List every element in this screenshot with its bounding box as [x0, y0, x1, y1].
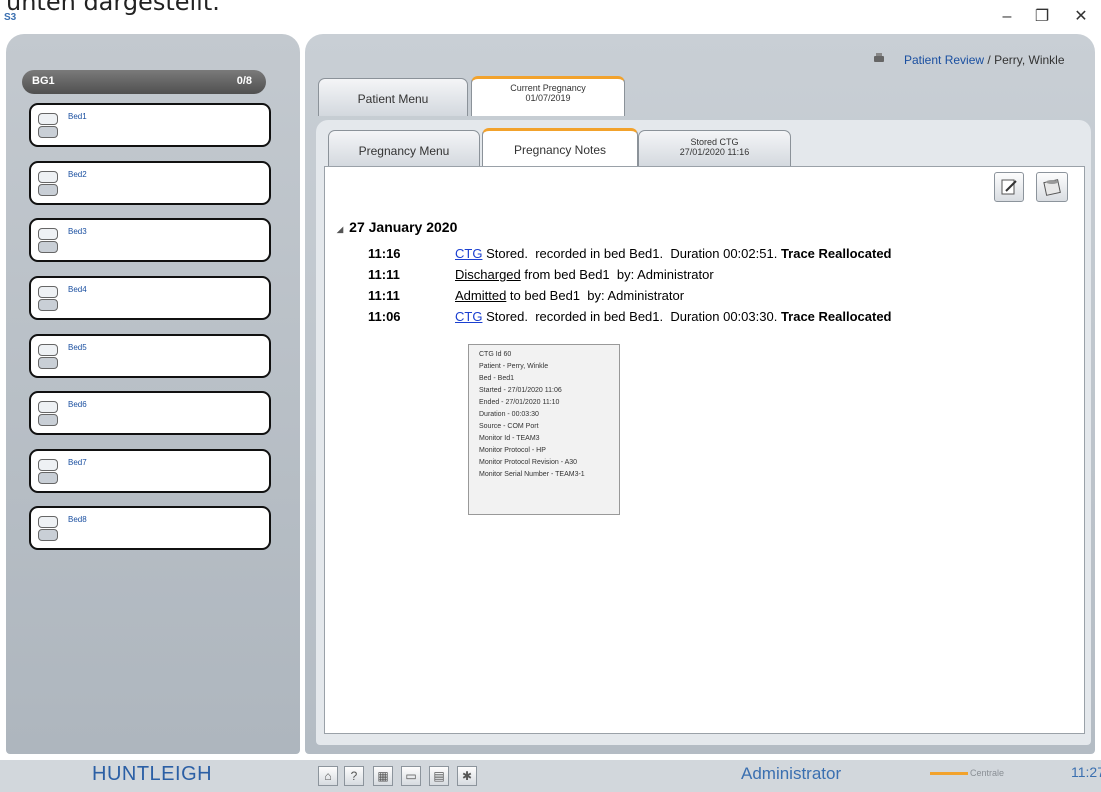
breadcrumb-section[interactable]: Patient Review: [904, 53, 984, 67]
help-icon[interactable]: ?: [344, 766, 364, 786]
bed-label: Bed2: [68, 170, 87, 179]
app-window: unten dargestellt. S3 – ❐ ✕ BG1 0/8 Bed1…: [0, 0, 1101, 792]
home-icon[interactable]: ⌂: [318, 766, 338, 786]
tab-pregnancy-menu[interactable]: Pregnancy Menu: [328, 130, 480, 167]
bed-card[interactable]: Bed8: [29, 506, 271, 550]
note-text: Stored. recorded in bed Bed1. Duration 0…: [482, 309, 781, 324]
bed-group-header[interactable]: BG1 0/8: [22, 70, 266, 94]
tab-pregnancy-notes[interactable]: Pregnancy Notes: [482, 128, 638, 168]
tooltip-line: Ended - 27/01/2020 11:10: [479, 399, 560, 406]
bed-card[interactable]: Bed6: [29, 391, 271, 435]
tooltip-line: Patient - Perry, Winkle: [479, 363, 549, 370]
tab-sublabel: 27/01/2020 11:16: [679, 147, 750, 157]
tooltip-line: Monitor Id - TEAM3: [479, 435, 540, 442]
tab-label: Pregnancy Notes: [513, 143, 607, 157]
bed-card[interactable]: Bed2: [29, 161, 271, 205]
bed-icon: [38, 228, 58, 254]
note-time: 11:16: [368, 246, 401, 261]
bed-label: Bed7: [68, 458, 87, 467]
bed-label: Bed5: [68, 343, 87, 352]
tooltip-line: Monitor Serial Number - TEAM3-1: [479, 471, 585, 478]
bed-card[interactable]: Bed5: [29, 334, 271, 378]
ctg-link[interactable]: CTG: [455, 246, 482, 261]
bed-icon: [38, 344, 58, 370]
bed-label: Bed8: [68, 515, 87, 524]
breadcrumb: Patient Review / Perry, Winkle: [904, 53, 1065, 67]
note-date-group[interactable]: ◢ 27 January 2020: [337, 219, 457, 235]
bed-label: Bed6: [68, 400, 87, 409]
ctg-tooltip: CTG Id 60 Patient - Perry, Winkle Bed - …: [468, 344, 620, 515]
tooltip-line: Source - COM Port: [479, 423, 539, 430]
restore-button[interactable]: ❐: [1027, 6, 1057, 28]
tab-current-pregnancy[interactable]: Current Pregnancy 01/07/2019: [471, 76, 625, 116]
bed-icon: [38, 516, 58, 542]
clock: 11:27: [1071, 764, 1101, 780]
brand-logo: HUNTLEIGH: [92, 763, 213, 785]
tooltip-line: Monitor Protocol Revision - A30: [479, 459, 578, 466]
product-name: Centrale: [970, 768, 1005, 778]
bed-label: Bed3: [68, 227, 87, 236]
bed-group-count: 0/8: [236, 75, 252, 87]
breadcrumb-separator: /: [984, 53, 995, 67]
product-logo: Centrale: [930, 768, 1004, 778]
minimize-button[interactable]: –: [992, 6, 1022, 28]
bed-card[interactable]: Bed4: [29, 276, 271, 320]
note-text: to bed Bed1 by: Administrator: [506, 288, 685, 303]
bed-icon: [38, 401, 58, 427]
bed-icon: [38, 113, 58, 139]
tab-patient-menu[interactable]: Patient Menu: [318, 78, 468, 116]
tooltip-line: Started - 27/01/2020 11:06: [479, 387, 562, 394]
app-icon: S3: [4, 12, 17, 23]
note-flag: Trace Reallocated: [780, 246, 892, 261]
discharged-link[interactable]: Discharged: [455, 267, 521, 282]
ctg-link[interactable]: CTG: [455, 309, 482, 324]
grid-icon[interactable]: ▦: [373, 766, 393, 786]
printer-icon[interactable]: [873, 52, 885, 64]
current-user: Administrator: [741, 764, 842, 783]
note-date: 27 January 2020: [349, 219, 458, 235]
tab-label: Stored CTG: [690, 137, 739, 147]
note-text: Stored. recorded in bed Bed1. Duration 0…: [482, 246, 781, 261]
breadcrumb-patient: Perry, Winkle: [994, 53, 1065, 67]
tab-stored-ctg[interactable]: Stored CTG 27/01/2020 11:16: [638, 130, 791, 167]
settings-icon[interactable]: ✱: [457, 766, 477, 786]
bed-card[interactable]: Bed7: [29, 449, 271, 493]
admitted-link[interactable]: Admitted: [455, 288, 506, 303]
bed-label: Bed4: [68, 285, 87, 294]
close-button[interactable]: ✕: [1066, 6, 1096, 28]
tab-sublabel: 01/07/2019: [525, 93, 571, 103]
tooltip-line: Duration - 00:03:30: [479, 411, 539, 418]
edit-note-button[interactable]: [994, 172, 1024, 202]
edit-icon: [1001, 179, 1017, 195]
note-flag: Trace Reallocated: [780, 309, 892, 324]
bed-label: Bed1: [68, 112, 87, 121]
notepad-icon: [1043, 179, 1061, 196]
collapse-arrow-icon[interactable]: ◢: [337, 225, 343, 234]
note-time: 11:06: [368, 309, 401, 324]
cutoff-text: unten dargestellt.: [6, 0, 220, 16]
bed-card[interactable]: Bed3: [29, 218, 271, 262]
tooltip-line: Monitor Protocol - HP: [479, 447, 546, 454]
bed-icon: [38, 459, 58, 485]
note-time: 11:11: [368, 288, 400, 303]
notes-archive-button[interactable]: [1036, 172, 1068, 202]
tab-label: Pregnancy Menu: [358, 144, 450, 158]
bed-icon: [38, 171, 58, 197]
monitor-icon[interactable]: ▭: [401, 766, 421, 786]
bed-card[interactable]: Bed1: [29, 103, 271, 147]
bed-group-label: BG1: [32, 75, 55, 87]
tab-label: Patient Menu: [357, 92, 429, 106]
bed-icon: [38, 286, 58, 312]
tooltip-line: Bed - Bed1: [479, 375, 515, 382]
tab-label: Current Pregnancy: [510, 83, 586, 93]
folder-icon[interactable]: ▤: [429, 766, 449, 786]
note-text: from bed Bed1 by: Administrator: [520, 267, 714, 282]
tooltip-line: CTG Id 60: [479, 351, 512, 358]
note-time: 11:11: [368, 267, 400, 282]
